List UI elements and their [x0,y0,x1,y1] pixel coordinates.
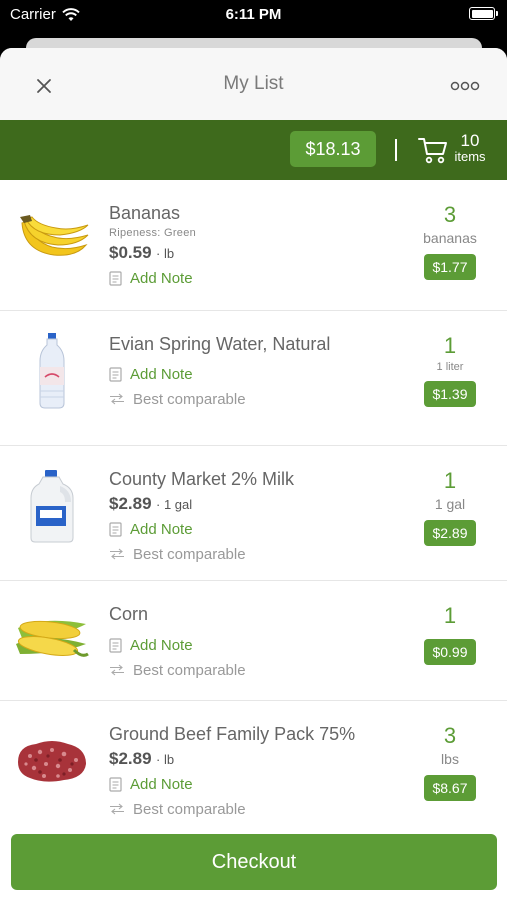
water-bottle-image [12,333,92,409]
quantity-value: 1 [443,468,457,493]
item-price-value: $2.89 [109,494,152,513]
best-comparable-option[interactable]: Best comparable [109,799,397,819]
item-quantity[interactable]: 3 lbs $8.67 [415,723,485,801]
price-separator: · [156,752,164,767]
add-note-label: Add Note [130,365,193,383]
item-name[interactable]: Corn [109,603,397,625]
quantity-unit: bananas [423,230,477,246]
best-comparable-label: Best comparable [133,800,246,818]
quantity-unit: 1 gal [434,496,466,512]
best-comparable-label: Best comparable [133,661,246,679]
item-name[interactable]: Bananas [109,202,397,224]
bananas-image [12,208,92,268]
page-title: My List [223,73,284,94]
item-quantity[interactable]: 1 1 gal $2.89 [415,468,485,546]
note-icon [109,270,122,286]
note-icon [109,366,122,382]
note-icon [109,637,122,653]
corn-image [12,611,92,667]
item-price-unit: lb [163,246,175,261]
item-price-unit: lb [163,752,175,767]
line-total-badge: $1.77 [424,254,476,280]
list-item[interactable]: Evian Spring Water, Natural Add Note Bes… [0,311,507,446]
item-count-number: 10 [460,131,480,150]
swap-icon [110,393,124,405]
item-price: $0.59 · lb [109,243,397,263]
add-note-label: Add Note [130,636,193,654]
add-note-label: Add Note [130,775,193,793]
item-price: $2.89 · lb [109,749,397,769]
list-item[interactable]: County Market 2% Milk $2.89 · 1 gal Add … [0,446,507,581]
price-separator: · [156,497,164,512]
cart-total[interactable]: $18.13 [290,131,376,167]
battery-icon [469,7,498,20]
list-item[interactable]: Bananas Ripeness: Green $0.59 · lb Add N… [0,180,507,311]
best-comparable-label: Best comparable [133,545,246,563]
list-item[interactable]: Corn Add Note Best comparable 1 $0.99 [0,581,507,701]
note-icon [109,776,122,792]
item-quantity[interactable]: 1 1 liter $1.39 [415,333,485,407]
ground-beef-image [12,731,92,791]
add-note-button[interactable]: Add Note [109,519,397,539]
item-price-value: $0.59 [109,243,152,262]
best-comparable-option[interactable]: Best comparable [109,660,397,680]
status-bar: Carrier 6:11 PM [0,0,507,30]
clock: 6:11 PM [225,6,282,23]
nav-bar: My List [0,48,507,120]
item-price-unit: 1 gal [163,497,193,512]
add-note-button[interactable]: Add Note [109,774,397,794]
best-comparable-option[interactable]: Best comparable [109,544,397,564]
my-list-sheet: My List $18.13 10 items Bananas Ripeness… [0,48,507,900]
best-comparable-label: Best comparable [133,390,246,408]
more-icon [450,81,480,91]
add-note-label: Add Note [130,520,193,538]
cart-icon[interactable] [417,135,449,165]
quantity-value: 1 [443,333,457,358]
item-quantity[interactable]: 3 bananas $1.77 [415,202,485,280]
shopping-list: Bananas Ripeness: Green $0.59 · lb Add N… [0,180,507,831]
quantity-value: 1 [443,603,457,628]
swap-icon [110,803,124,815]
quantity-unit: lbs [441,751,459,767]
add-note-label: Add Note [130,269,193,287]
checkout-button[interactable]: Checkout [11,834,497,890]
divider [395,139,397,161]
more-options-button[interactable] [447,72,483,100]
line-total-badge: $1.39 [424,381,476,407]
add-note-button[interactable]: Add Note [109,268,397,288]
line-total-badge: $2.89 [424,520,476,546]
line-total-badge: $0.99 [424,639,476,665]
add-note-button[interactable]: Add Note [109,364,397,384]
price-separator: · [156,246,164,261]
item-count-label: items [454,149,486,164]
item-name[interactable]: County Market 2% Milk [109,468,397,490]
checkout-footer: Checkout [0,824,507,900]
note-icon [109,521,122,537]
item-name[interactable]: Evian Spring Water, Natural [109,333,397,355]
item-name[interactable]: Ground Beef Family Pack 75% [109,723,397,745]
item-price: $2.89 · 1 gal [109,494,397,514]
item-price-value: $2.89 [109,749,152,768]
cart-summary-bar: $18.13 10 items [0,120,507,180]
quantity-value: 3 [443,723,457,748]
list-item[interactable]: Ground Beef Family Pack 75% $2.89 · lb A… [0,701,507,831]
item-quantity[interactable]: 1 $0.99 [415,603,485,665]
line-total-badge: $8.67 [424,775,476,801]
swap-icon [110,664,124,676]
quantity-value: 3 [443,202,457,227]
milk-jug-image [12,468,92,544]
swap-icon [110,548,124,560]
add-note-button[interactable]: Add Note [109,635,397,655]
best-comparable-option[interactable]: Best comparable [109,389,397,409]
item-count: 10 items [452,132,488,164]
item-ripeness: Ripeness: Green [109,227,197,239]
quantity-unit: 1 liter [436,361,464,373]
